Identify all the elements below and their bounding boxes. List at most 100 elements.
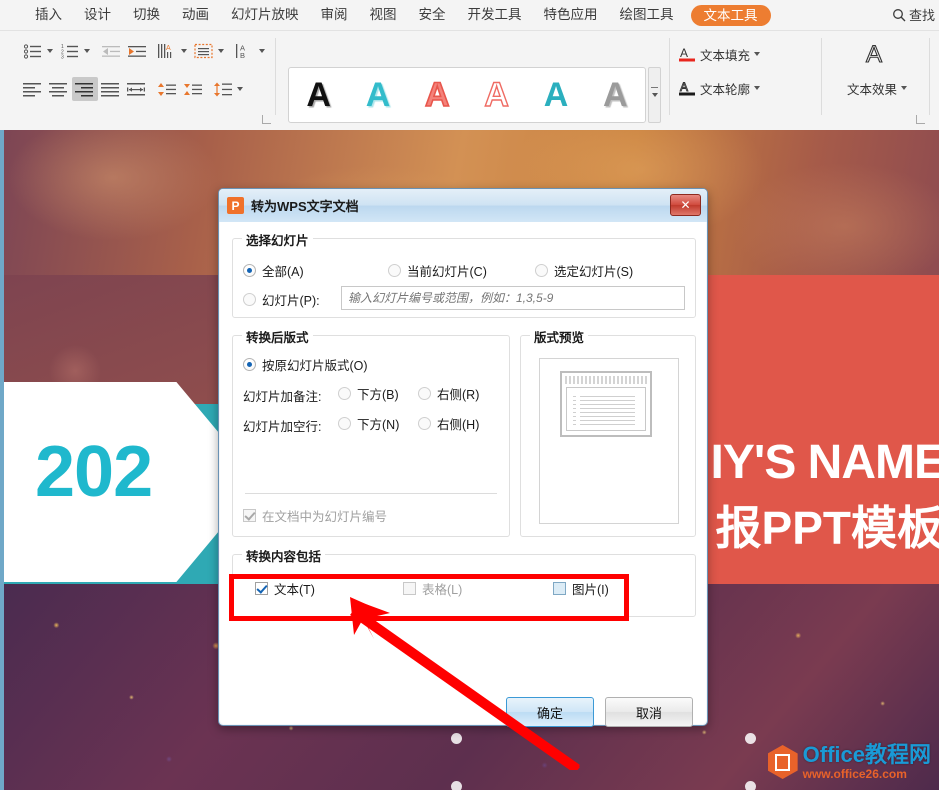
text-effect-label-row[interactable]: 文本效果: [824, 75, 930, 101]
dialog-title: 转为WPS文字文档: [251, 199, 359, 214]
numbered-list-icon: 123: [61, 44, 78, 59]
align-right-button[interactable]: [72, 77, 98, 101]
text-effect-dialog-launcher[interactable]: [916, 115, 925, 124]
tab-design[interactable]: 设计: [73, 0, 122, 30]
wordart-gallery[interactable]: A A A A A A: [288, 67, 646, 123]
slide-nav-dot[interactable]: [745, 733, 756, 744]
radio-current-slide-label: 当前幻灯片(C): [407, 265, 487, 279]
text-outline-dropdown-icon[interactable]: [754, 86, 761, 90]
paragraph-dialog-launcher[interactable]: [262, 115, 271, 124]
preview-bullets: [573, 396, 576, 428]
dialog-title-bar[interactable]: P 转为WPS文字文档 ✕: [219, 189, 707, 222]
align-text-dropdown[interactable]: [218, 49, 224, 53]
tab-developer[interactable]: 开发工具: [457, 0, 533, 30]
numbered-list-dropdown[interactable]: [84, 49, 90, 53]
group-layout-legend: 转换后版式: [242, 327, 313, 346]
text-fill-button[interactable]: A 文本填充: [678, 41, 761, 67]
radio-all-slides[interactable]: 全部(A): [243, 261, 304, 280]
text-columns-dropdown[interactable]: [259, 49, 265, 53]
tab-transition[interactable]: 切换: [122, 0, 171, 30]
numbered-list-button[interactable]: 123: [57, 39, 83, 63]
tab-view[interactable]: 视图: [359, 0, 408, 30]
distribute-button[interactable]: [124, 77, 150, 101]
tab-slideshow[interactable]: 幻灯片放映: [220, 0, 310, 30]
wordart-gallery-scrollbar[interactable]: [648, 67, 661, 123]
text-effect-icon: A: [865, 40, 882, 68]
wordart-style-5[interactable]: A: [526, 78, 585, 112]
text-outline-button[interactable]: A 文本轮廓: [678, 75, 761, 101]
search-button[interactable]: 查找: [892, 5, 935, 24]
text-direction-button[interactable]: A: [154, 39, 180, 63]
radio-all-slides-label: 全部(A): [262, 265, 304, 279]
radio-notes-right[interactable]: 右侧(R): [418, 384, 479, 403]
wordart-style-2[interactable]: A: [348, 78, 407, 112]
align-left-button[interactable]: [20, 77, 46, 101]
wordart-style-4[interactable]: A: [467, 77, 526, 112]
ok-button[interactable]: 确定: [506, 697, 594, 727]
radio-selected-slides[interactable]: 选定幻灯片(S): [535, 261, 633, 280]
increase-para-space-button[interactable]: [154, 77, 180, 101]
text-columns-button[interactable]: A B: [232, 39, 258, 63]
radio-slide-range-label: 幻灯片(P):: [262, 294, 320, 308]
tab-review[interactable]: 审阅: [310, 0, 359, 30]
text-columns-icon: A B: [236, 44, 245, 59]
decrease-para-space-button[interactable]: [180, 77, 206, 101]
tab-drawing-tools[interactable]: 绘图工具: [609, 0, 685, 30]
bullet-list-dropdown[interactable]: [47, 49, 53, 53]
radio-notes-below[interactable]: 下方(B): [338, 384, 399, 403]
slide-title-cn: 报PPT模板: [715, 502, 939, 554]
svg-text:A: A: [680, 46, 688, 60]
watermark: Office教程网 www.office26.com: [767, 744, 931, 780]
search-icon: [893, 8, 906, 21]
slide-nav-dot[interactable]: [745, 781, 756, 790]
preview-header-bar: [565, 376, 647, 384]
align-center-button[interactable]: [46, 77, 72, 101]
ribbon-content: 123 A A B A A A A A A A 文本填充 A 文本轮廓 A 文本…: [0, 30, 939, 129]
ribbon-group-text-effect: A 文本效果: [824, 31, 930, 127]
radio-blank-below[interactable]: 下方(N): [338, 414, 399, 433]
preview-content-frame: [566, 387, 646, 431]
decrease-indent-button[interactable]: [98, 39, 124, 63]
text-fill-dropdown-icon[interactable]: [754, 52, 761, 56]
slide-range-input[interactable]: [341, 286, 685, 310]
tab-security[interactable]: 安全: [408, 0, 457, 30]
align-center-icon: [49, 82, 67, 96]
wordart-style-1[interactable]: A: [289, 78, 348, 112]
bullet-list-button[interactable]: [20, 39, 46, 63]
ribbon-group-paragraph: 123 A A B: [14, 31, 276, 127]
tab-text-tools[interactable]: 文本工具: [690, 4, 771, 26]
text-direction-dropdown[interactable]: [181, 49, 187, 53]
tab-featured-apps[interactable]: 特色应用: [533, 0, 609, 30]
svg-text:A: A: [166, 45, 171, 52]
align-text-button[interactable]: [191, 39, 217, 63]
slide-nav-dot[interactable]: [451, 733, 462, 744]
radio-selected-slides-indicator: [535, 264, 548, 277]
gallery-more-arrow[interactable]: [651, 92, 658, 97]
close-icon[interactable]: ✕: [670, 194, 701, 216]
text-effect-dropdown-icon[interactable]: [901, 86, 907, 90]
wordart-style-3[interactable]: A: [408, 77, 467, 113]
group-content-legend: 转换内容包括: [242, 546, 326, 565]
radio-notes-right-label: 右侧(R): [437, 388, 480, 402]
text-effect-button[interactable]: A: [824, 39, 930, 69]
align-right-icon: [75, 82, 93, 96]
radio-blank-right[interactable]: 右侧(H): [418, 414, 479, 433]
convert-to-graphic-button[interactable]: T: [932, 37, 939, 67]
slide-nav-dot[interactable]: [451, 781, 462, 790]
tab-animation[interactable]: 动画: [171, 0, 220, 30]
line-spacing-dropdown[interactable]: [237, 87, 243, 91]
checkbox-number-slides[interactable]: 在文档中为幻灯片编号: [243, 506, 387, 525]
checkbox-number-slides-indicator: [243, 509, 256, 522]
ribbon-group-convert: T 转换成图示: [932, 31, 939, 127]
convert-to-graphic-label-row[interactable]: 转换成图示: [932, 75, 939, 101]
cancel-button[interactable]: 取消: [605, 697, 693, 727]
radio-slide-range[interactable]: 幻灯片(P):: [243, 290, 320, 309]
radio-current-slide[interactable]: 当前幻灯片(C): [388, 261, 487, 280]
line-spacing-button[interactable]: [210, 77, 236, 101]
group-select-slides: 选择幻灯片 全部(A) 当前幻灯片(C) 选定幻灯片(S) 幻灯片(P):: [232, 230, 696, 318]
justify-button[interactable]: [98, 77, 124, 101]
tab-insert[interactable]: 插入: [24, 0, 73, 30]
wordart-style-6[interactable]: A: [586, 78, 645, 112]
radio-original-layout[interactable]: 按原幻灯片版式(O): [243, 355, 368, 374]
increase-indent-button[interactable]: [124, 39, 150, 63]
